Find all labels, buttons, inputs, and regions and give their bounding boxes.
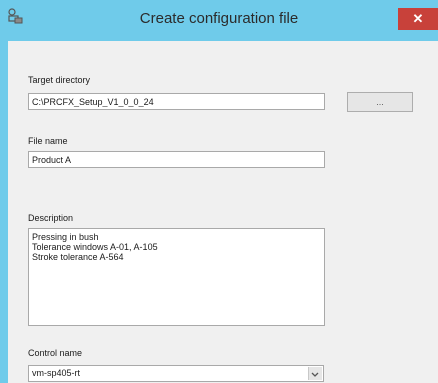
file-name-field[interactable] <box>28 151 325 168</box>
file-name-label: File name <box>28 136 68 146</box>
close-button[interactable]: ✕ <box>398 8 438 30</box>
window-title: Create configuration file <box>139 10 299 27</box>
target-directory-field[interactable] <box>28 93 325 110</box>
title-bar[interactable]: Create configuration file ✕ <box>0 0 438 41</box>
control-name-select[interactable]: vm-sp405-rt <box>28 365 324 382</box>
control-name-label: Control name <box>28 348 83 358</box>
chevron-down-icon[interactable] <box>308 367 322 380</box>
target-directory-label: Target directory <box>28 75 91 85</box>
dialog-client-area: Target directory ... File name Descripti… <box>8 41 438 383</box>
browse-button[interactable]: ... <box>347 92 413 112</box>
description-label: Description <box>28 213 74 223</box>
control-name-value: vm-sp405-rt <box>32 368 81 378</box>
dialog-window: Create configuration file ✕ Target direc… <box>0 0 438 383</box>
description-field[interactable]: Pressing in bush Tolerance windows A-01,… <box>28 228 325 326</box>
close-icon: ✕ <box>412 11 424 26</box>
